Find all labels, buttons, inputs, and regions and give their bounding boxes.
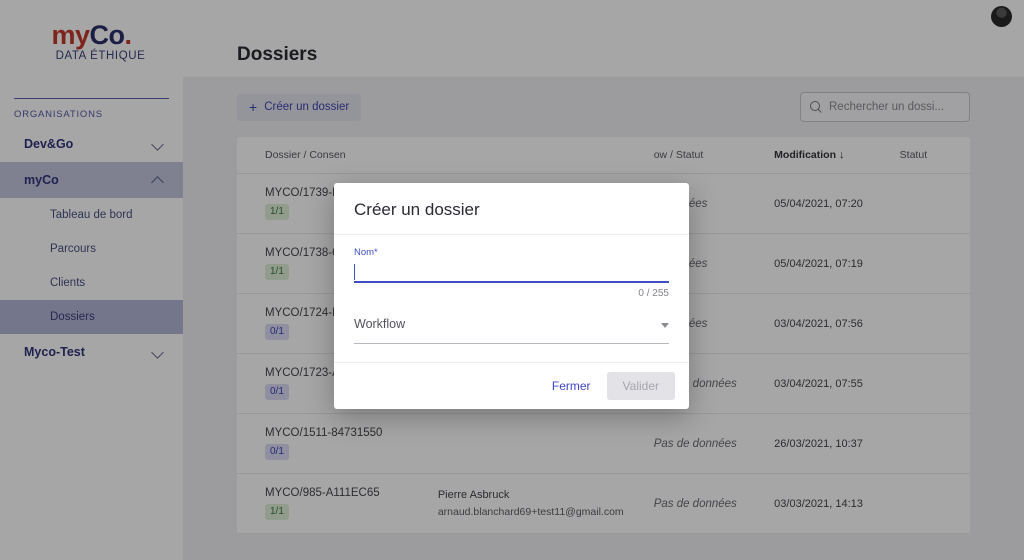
- name-input[interactable]: [354, 262, 669, 283]
- modal-body: Nom* 0 / 255 Workflow: [334, 235, 689, 362]
- close-button[interactable]: Fermer: [542, 372, 601, 400]
- modal-title: Créer un dossier: [334, 183, 689, 235]
- name-field-label: Nom*: [354, 247, 378, 258]
- workflow-select-label: Workflow: [354, 317, 406, 331]
- text-caret: [354, 264, 355, 280]
- chevron-down-icon: [661, 323, 669, 328]
- app-root: myCo. DATA ÉTHIQUE ORGANISATIONS Dev&Go …: [0, 0, 1024, 560]
- character-counter: 0 / 255: [638, 288, 669, 299]
- name-field-group: Nom* 0 / 255: [354, 247, 669, 299]
- validate-button[interactable]: Valider: [606, 372, 675, 400]
- modal-footer: Fermer Valider: [334, 362, 689, 409]
- workflow-select[interactable]: Workflow: [354, 317, 669, 344]
- create-dossier-modal: Créer un dossier Nom* 0 / 255 Workflow F…: [334, 183, 689, 409]
